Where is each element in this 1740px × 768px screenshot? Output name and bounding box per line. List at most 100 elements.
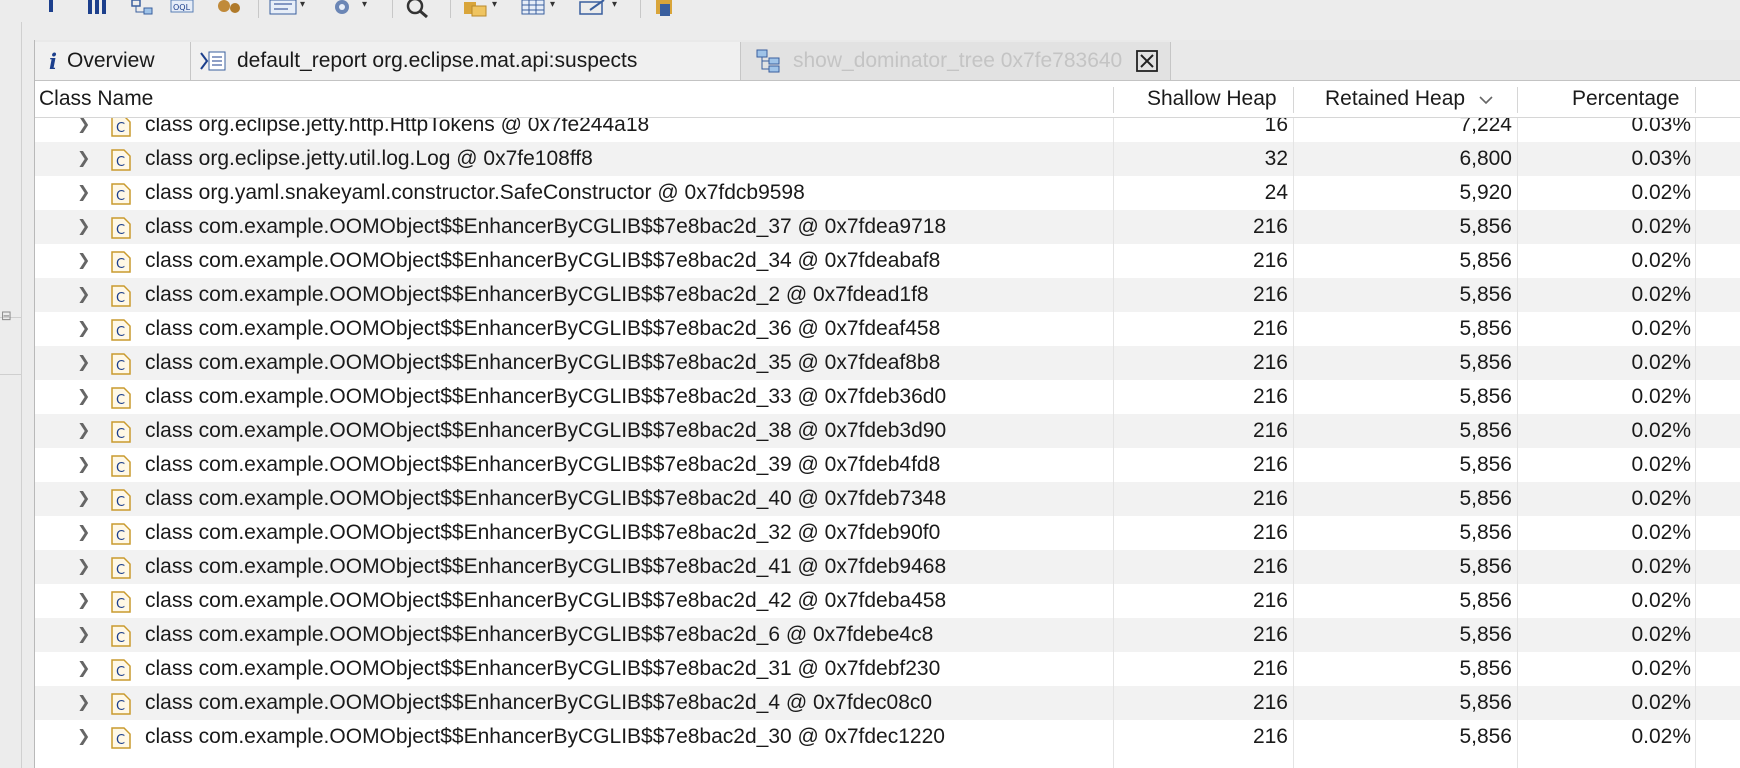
expand-chevron-icon[interactable]: ❯ bbox=[77, 618, 90, 652]
svg-text:C: C bbox=[116, 393, 125, 408]
retained-heap-cell: 5,856 bbox=[1459, 283, 1512, 306]
table-row[interactable]: ❯ Cclass com.example.OOMObject$$EnhancerB… bbox=[35, 482, 1740, 516]
expand-chevron-icon[interactable]: ❯ bbox=[77, 312, 90, 346]
expand-chevron-icon[interactable]: ❯ bbox=[77, 142, 90, 176]
expand-chevron-icon[interactable]: ❯ bbox=[77, 118, 90, 142]
tab-label: show_dominator_tree 0x7fe783640 bbox=[793, 49, 1123, 72]
class-name-cell: class com.example.OOMObject$$EnhancerByC… bbox=[145, 521, 941, 544]
table-row[interactable]: ❯ Cclass com.example.OOMObject$$EnhancerB… bbox=[35, 210, 1740, 244]
table-row[interactable]: ❯ Cclass com.example.OOMObject$$EnhancerB… bbox=[35, 278, 1740, 312]
table-row[interactable]: ❯ Cclass com.example.OOMObject$$EnhancerB… bbox=[35, 618, 1740, 652]
column-retained-heap[interactable]: Retained Heap bbox=[1325, 81, 1493, 117]
class-name-cell: class com.example.OOMObject$$EnhancerByC… bbox=[145, 283, 929, 306]
search-icon[interactable] bbox=[404, 0, 432, 18]
percentage-cell: 0.02% bbox=[1631, 215, 1691, 238]
expand-chevron-icon[interactable]: ❯ bbox=[77, 550, 90, 584]
table-row[interactable]: ❯ Cclass com.example.OOMObject$$EnhancerB… bbox=[35, 380, 1740, 414]
expand-chevron-icon[interactable]: ❯ bbox=[77, 516, 90, 550]
svg-text:C: C bbox=[116, 631, 125, 646]
tab-default-report[interactable]: default_report org.eclipse.mat.api:suspe… bbox=[191, 42, 741, 80]
expand-chevron-icon[interactable]: ❯ bbox=[77, 720, 90, 754]
collapse-panel-icon[interactable]: ⊟ bbox=[1, 309, 12, 323]
table-row[interactable]: ❯ Cclass com.example.OOMObject$$EnhancerB… bbox=[35, 652, 1740, 686]
svg-text:OQL: OQL bbox=[173, 3, 191, 12]
expand-chevron-icon[interactable]: ❯ bbox=[77, 448, 90, 482]
shallow-heap-cell: 216 bbox=[1252, 215, 1288, 238]
oql-icon[interactable]: OQL bbox=[170, 0, 196, 18]
table-row[interactable]: ❯ Cclass com.example.OOMObject$$EnhancerB… bbox=[35, 414, 1740, 448]
class-icon: C bbox=[111, 726, 131, 760]
table-row[interactable]: ❯ Cclass org.yaml.snakeyaml.constructor.S… bbox=[35, 176, 1740, 210]
expand-chevron-icon[interactable]: ❯ bbox=[77, 278, 90, 312]
close-tab-icon[interactable] bbox=[1136, 50, 1159, 72]
dominator-tree-icon[interactable] bbox=[130, 0, 156, 18]
retained-heap-cell: 5,856 bbox=[1459, 453, 1512, 476]
expand-chevron-icon[interactable]: ❯ bbox=[77, 414, 90, 448]
svg-text:C: C bbox=[116, 461, 125, 476]
expand-chevron-icon[interactable]: ❯ bbox=[77, 380, 90, 414]
expand-chevron-icon[interactable]: ❯ bbox=[77, 652, 90, 686]
shallow-heap-cell: 216 bbox=[1252, 249, 1288, 272]
percentage-cell: 0.02% bbox=[1631, 249, 1691, 272]
table-row[interactable]: ❯ Cclass com.example.OOMObject$$EnhancerB… bbox=[35, 516, 1740, 550]
table-row[interactable]: ❯ Cclass com.example.OOMObject$$EnhancerB… bbox=[35, 686, 1740, 720]
expand-chevron-icon[interactable]: ❯ bbox=[77, 584, 90, 618]
retained-heap-cell: 5,920 bbox=[1459, 181, 1512, 204]
group-by-icon[interactable]: ▾ bbox=[462, 0, 497, 18]
tab-label: Overview bbox=[66, 49, 155, 72]
percentage-cell: 0.02% bbox=[1631, 351, 1691, 374]
column-retained-heap-label: Retained Heap bbox=[1325, 87, 1466, 110]
table-row[interactable]: ❯ Cclass com.example.OOMObject$$EnhancerB… bbox=[35, 346, 1740, 380]
svg-text:C: C bbox=[116, 597, 125, 612]
svg-text:C: C bbox=[116, 495, 125, 510]
svg-text:C: C bbox=[116, 257, 125, 272]
percentage-cell: 0.02% bbox=[1631, 487, 1691, 510]
class-name-cell: class com.example.OOMObject$$EnhancerByC… bbox=[145, 249, 941, 272]
expand-chevron-icon[interactable]: ❯ bbox=[77, 482, 90, 516]
table-row[interactable]: ❯ Cclass com.example.OOMObject$$EnhancerB… bbox=[35, 720, 1740, 754]
query-browser-icon[interactable]: ▾ bbox=[330, 0, 367, 18]
expand-chevron-icon[interactable]: ❯ bbox=[77, 686, 90, 720]
table-row[interactable]: ❯ Cclass com.example.OOMObject$$EnhancerB… bbox=[35, 584, 1740, 618]
expand-chevron-icon[interactable]: ❯ bbox=[77, 176, 90, 210]
main-toolbar: OQL ▾ ▾ ▾ ▾ ▾ bbox=[0, 0, 1740, 22]
svg-text:C: C bbox=[116, 189, 125, 204]
export-icon[interactable]: ▾ bbox=[578, 0, 617, 18]
run-report-icon[interactable]: ▾ bbox=[268, 0, 305, 18]
shallow-heap-cell: 216 bbox=[1252, 317, 1288, 340]
class-name-cell: class com.example.OOMObject$$EnhancerByC… bbox=[145, 453, 941, 476]
svg-text:C: C bbox=[116, 427, 125, 442]
calculate-retained-icon[interactable]: ▾ bbox=[520, 0, 555, 18]
table-row[interactable]: ❯ Cclass com.example.OOMObject$$EnhancerB… bbox=[35, 550, 1740, 584]
expand-chevron-icon[interactable]: ❯ bbox=[77, 244, 90, 278]
retained-heap-cell: 6,800 bbox=[1459, 147, 1512, 170]
column-shallow-heap[interactable]: Shallow Heap bbox=[1147, 81, 1277, 117]
table-row[interactable]: ❯ Cclass com.example.OOMObject$$EnhancerB… bbox=[35, 312, 1740, 346]
table-row[interactable]: ❯ Cclass org.eclipse.jetty.http.HttpToken… bbox=[35, 118, 1740, 142]
shallow-heap-cell: 216 bbox=[1252, 555, 1288, 578]
heap-dump-overview-icon[interactable] bbox=[214, 0, 244, 18]
column-percentage[interactable]: Percentage bbox=[1572, 81, 1679, 117]
column-class-name[interactable]: Class Name bbox=[39, 81, 153, 117]
shallow-heap-cell: 24 bbox=[1264, 181, 1288, 204]
class-name-cell: class com.example.OOMObject$$EnhancerByC… bbox=[145, 487, 947, 510]
open-heap-dump-icon[interactable] bbox=[652, 0, 680, 18]
tab-overview[interactable]: i Overview bbox=[35, 42, 191, 80]
shallow-heap-cell: 216 bbox=[1252, 487, 1288, 510]
table-row[interactable]: ❯ Cclass com.example.OOMObject$$EnhancerB… bbox=[35, 448, 1740, 482]
histogram-icon[interactable] bbox=[86, 0, 110, 18]
expand-chevron-icon[interactable]: ❯ bbox=[77, 346, 90, 380]
tab-dominator-tree[interactable]: show_dominator_tree 0x7fe783640 bbox=[741, 42, 1171, 80]
dominator-tree-table[interactable]: ❯ Cclass org.eclipse.jetty.http.HttpToken… bbox=[35, 118, 1740, 768]
table-row[interactable]: ❯ Cclass com.example.OOMObject$$EnhancerB… bbox=[35, 244, 1740, 278]
info-icon[interactable] bbox=[44, 0, 58, 18]
table-row[interactable]: ❯ Cclass org.eclipse.jetty.util.log.Log @… bbox=[35, 142, 1740, 176]
shallow-heap-cell: 216 bbox=[1252, 419, 1288, 442]
dominator-tree-icon bbox=[755, 48, 783, 74]
shallow-heap-cell: 216 bbox=[1252, 691, 1288, 714]
percentage-cell: 0.02% bbox=[1631, 385, 1691, 408]
class-name-cell: class com.example.OOMObject$$EnhancerByC… bbox=[145, 317, 941, 340]
class-name-cell: class org.eclipse.jetty.util.log.Log @ 0… bbox=[145, 147, 593, 170]
svg-text:C: C bbox=[116, 699, 125, 714]
expand-chevron-icon[interactable]: ❯ bbox=[77, 210, 90, 244]
